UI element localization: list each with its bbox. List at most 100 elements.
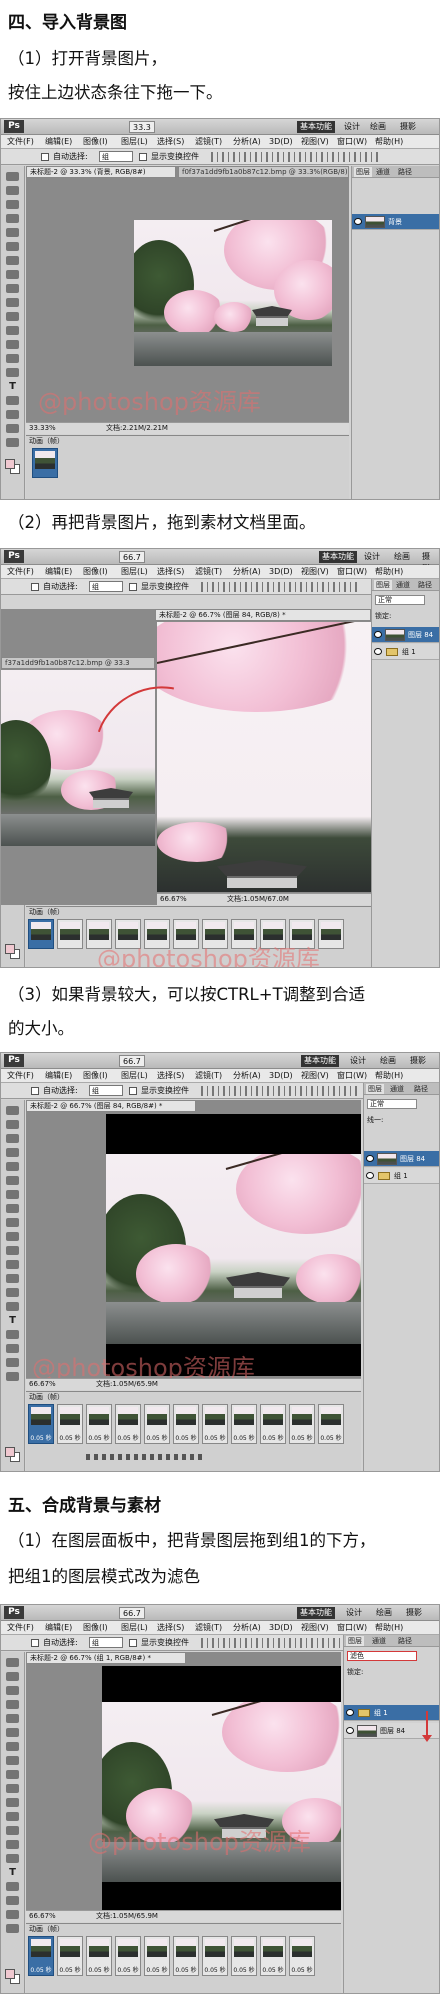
frame-delay[interactable]: 0.05 秒 xyxy=(261,1967,285,1975)
menu-layer[interactable]: 图层(L) xyxy=(121,1622,148,1634)
frame-delay[interactable]: 0.05 秒 xyxy=(261,1435,285,1443)
menu-view[interactable]: 视图(V) xyxy=(301,566,329,578)
workspace-essentials-button[interactable]: 基本功能 xyxy=(319,551,357,563)
tab-channels[interactable]: 通道 xyxy=(396,580,410,590)
menu-view[interactable]: 视图(V) xyxy=(301,1070,329,1082)
type-tool-icon[interactable]: T xyxy=(6,382,19,392)
menu-analysis[interactable]: 分析(A) xyxy=(233,136,261,148)
animation-frame[interactable]: 0.05 秒 xyxy=(144,1404,170,1444)
layer-row-group-1[interactable]: 组 1 xyxy=(364,1168,439,1184)
document-tab-active[interactable]: 未标题-2 @ 66.7% (图层 84, RGB/8#) * xyxy=(26,1100,196,1112)
workspace-photo-button[interactable]: 摄影 xyxy=(419,551,439,573)
show-transform-checkbox[interactable] xyxy=(139,153,147,161)
menu-select[interactable]: 选择(S) xyxy=(157,566,184,578)
marquee-tool-icon[interactable] xyxy=(6,1672,19,1681)
workspace-essentials-button[interactable]: 基本功能 xyxy=(297,1607,335,1619)
stamp-tool-icon[interactable] xyxy=(6,1770,19,1779)
animation-frame[interactable]: 0.05 秒 xyxy=(115,1404,141,1444)
pen-tool-icon[interactable] xyxy=(6,1302,19,1311)
menu-file[interactable]: 文件(F) xyxy=(7,1070,34,1082)
menu-image[interactable]: 图像(I) xyxy=(83,566,108,578)
menu-filter[interactable]: 滤镜(T) xyxy=(195,1070,222,1082)
layer-row-background[interactable]: 背景 xyxy=(352,214,439,230)
zoom-level-dropdown[interactable]: 66.7 xyxy=(119,1607,145,1619)
menu-analysis[interactable]: 分析(A) xyxy=(233,1070,261,1082)
frame-delay[interactable]: 0.05 秒 xyxy=(174,1435,198,1443)
menu-layer[interactable]: 图层(L) xyxy=(121,566,148,578)
foreground-color-swatch[interactable] xyxy=(5,1447,15,1457)
menu-filter[interactable]: 滤镜(T) xyxy=(195,566,222,578)
auto-select-dropdown[interactable]: 组 xyxy=(89,1085,123,1096)
workspace-paint-button[interactable]: 绘画 xyxy=(391,551,413,563)
frame-delay[interactable]: 0.05 秒 xyxy=(145,1435,169,1443)
brush-tool-icon[interactable] xyxy=(6,1204,19,1213)
workspace-design-button[interactable]: 设计 xyxy=(343,1607,365,1619)
type-tool-icon[interactable]: T xyxy=(6,1868,19,1878)
animation-frame[interactable] xyxy=(318,919,344,949)
auto-select-checkbox[interactable] xyxy=(31,583,39,591)
align-icons[interactable] xyxy=(201,1086,361,1096)
animation-frame[interactable]: 0.05 秒 xyxy=(231,1936,257,1976)
visibility-eye-icon[interactable] xyxy=(374,648,382,655)
shape-tool-icon[interactable] xyxy=(6,410,19,419)
frame-delay[interactable]: 0.05 秒 xyxy=(203,1435,227,1443)
menu-file[interactable]: 文件(F) xyxy=(7,136,34,148)
menu-window[interactable]: 窗口(W) xyxy=(337,1622,367,1634)
gradient-tool-icon[interactable] xyxy=(6,1812,19,1821)
workspace-design-button[interactable]: 设计 xyxy=(361,551,383,563)
blur-tool-icon[interactable] xyxy=(6,1274,19,1283)
menu-edit[interactable]: 编辑(E) xyxy=(45,1622,72,1634)
healing-tool-icon[interactable] xyxy=(6,1742,19,1751)
animation-frame[interactable]: 0.05 秒 xyxy=(231,1404,257,1444)
tab-channels[interactable]: 通道 xyxy=(376,167,390,177)
animation-frame[interactable]: 0.05 秒 xyxy=(202,1404,228,1444)
quick-select-tool-icon[interactable] xyxy=(6,214,19,223)
playback-controls[interactable] xyxy=(86,1454,206,1460)
quick-select-tool-icon[interactable] xyxy=(6,1148,19,1157)
workspace-photo-button[interactable]: 摄影 xyxy=(407,1055,429,1067)
foreground-color-swatch[interactable] xyxy=(5,944,15,954)
frame-delay[interactable]: 0.05 秒 xyxy=(203,1967,227,1975)
frame-delay[interactable]: 0.05 秒 xyxy=(87,1435,111,1443)
tab-layers[interactable]: 图层 xyxy=(374,580,392,590)
menu-view[interactable]: 视图(V) xyxy=(301,136,329,148)
animation-frame[interactable]: 0.05 秒 xyxy=(173,1404,199,1444)
tab-paths[interactable]: 路径 xyxy=(398,167,412,177)
lasso-tool-icon[interactable] xyxy=(6,1686,19,1695)
workspace-essentials-button[interactable]: 基本功能 xyxy=(297,121,335,133)
healing-tool-icon[interactable] xyxy=(6,256,19,265)
crop-tool-icon[interactable] xyxy=(6,228,19,237)
history-brush-tool-icon[interactable] xyxy=(6,298,19,307)
zoom-tool-icon[interactable] xyxy=(6,1372,19,1381)
auto-select-checkbox[interactable] xyxy=(41,153,49,161)
healing-tool-icon[interactable] xyxy=(6,1190,19,1199)
layer-row-84[interactable]: 图层 84 xyxy=(372,627,439,643)
menu-window[interactable]: 窗口(W) xyxy=(337,1070,367,1082)
workspace-design-button[interactable]: 设计 xyxy=(347,1055,369,1067)
visibility-eye-icon[interactable] xyxy=(346,1709,354,1716)
tab-layers[interactable]: 图层 xyxy=(346,1636,364,1646)
animation-frame[interactable]: 0.05 秒 xyxy=(289,1404,315,1444)
zoom-level-dropdown[interactable]: 66.7 xyxy=(119,1055,145,1067)
menu-layer[interactable]: 图层(L) xyxy=(121,1070,148,1082)
frame-delay[interactable]: 0.05 秒 xyxy=(232,1435,256,1443)
menu-filter[interactable]: 滤镜(T) xyxy=(195,1622,222,1634)
gradient-tool-icon[interactable] xyxy=(6,1260,19,1269)
animation-frame[interactable]: 0.05 秒 xyxy=(86,1404,112,1444)
crop-tool-icon[interactable] xyxy=(6,1714,19,1723)
brush-tool-icon[interactable] xyxy=(6,270,19,279)
crop-tool-icon[interactable] xyxy=(6,1162,19,1171)
animation-frame[interactable] xyxy=(28,919,54,949)
foreground-color-swatch[interactable] xyxy=(5,1969,15,1979)
align-icons[interactable] xyxy=(201,582,361,592)
layer-row-group-1[interactable]: 组 1 xyxy=(372,644,439,660)
frame-delay[interactable]: 0.05 秒 xyxy=(29,1967,53,1975)
frame-delay[interactable]: 0.05 秒 xyxy=(319,1435,343,1443)
gradient-tool-icon[interactable] xyxy=(6,326,19,335)
show-transform-checkbox[interactable] xyxy=(129,583,137,591)
marquee-tool-icon[interactable] xyxy=(6,186,19,195)
visibility-eye-icon[interactable] xyxy=(354,218,362,225)
align-icons[interactable] xyxy=(201,1638,341,1648)
frame-delay[interactable]: 0.05 秒 xyxy=(116,1435,140,1443)
zoom-level-dropdown[interactable]: 66.7 xyxy=(119,551,145,563)
